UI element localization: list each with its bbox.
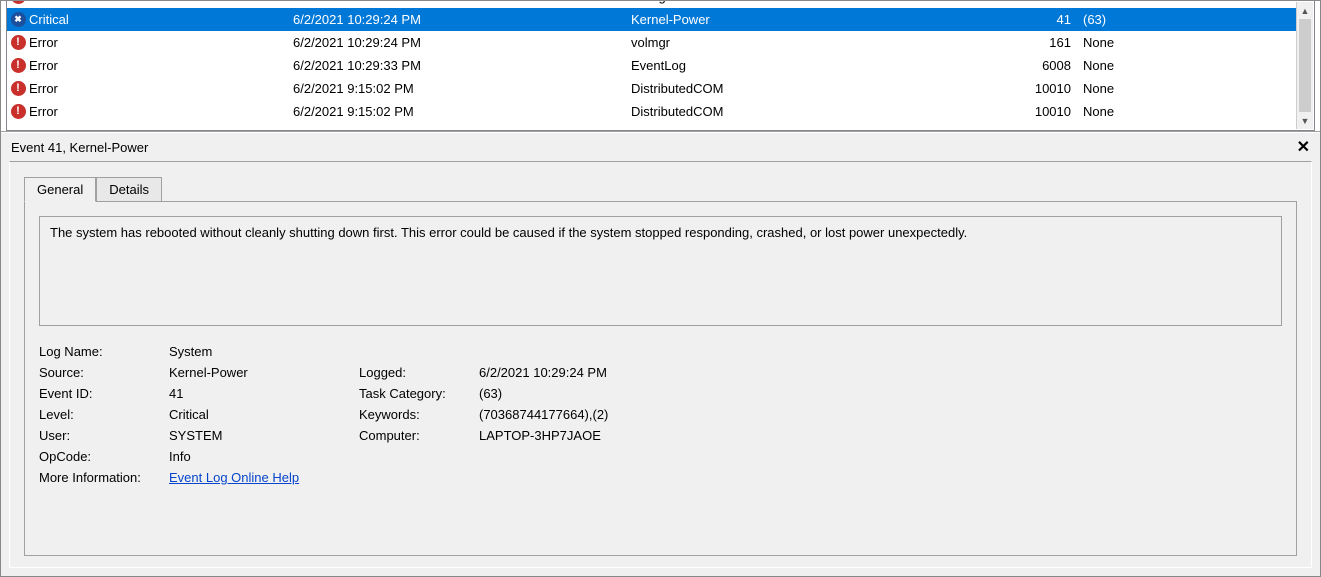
event-level: Error <box>27 100 293 123</box>
tab-general-content: The system has rebooted without cleanly … <box>24 201 1297 556</box>
event-level: Error <box>27 31 293 54</box>
event-description[interactable]: The system has rebooted without cleanly … <box>39 216 1282 326</box>
label-user: User: <box>39 428 169 443</box>
error-icon <box>9 58 27 73</box>
event-row[interactable]: Error6/2/2021 10:29:33 PMEventLog6008Non… <box>7 54 1297 77</box>
label-event-id: Event ID: <box>39 386 169 401</box>
event-category: None <box>1077 100 1297 123</box>
event-date: 6/2/2021 9:15:02 PM <box>293 77 631 100</box>
label-logged: Logged: <box>359 365 479 380</box>
event-id: 10010 <box>1003 77 1077 100</box>
event-category: None <box>1077 54 1297 77</box>
details-title: Event 41, Kernel-Power <box>11 140 148 155</box>
event-row[interactable]: Error6/2/2021 10:29:24 PMvolmgr161None <box>7 31 1297 54</box>
event-row[interactable]: Error6/2/2021 10:12:36 PMvolmgr161None <box>7 1 1297 8</box>
event-viewer-window: Error6/2/2021 10:12:36 PMvolmgr161NoneCr… <box>0 0 1321 577</box>
value-task-category: (63) <box>479 386 1282 401</box>
error-icon <box>9 81 27 96</box>
value-log-name: System <box>169 344 1282 359</box>
event-id: 41 <box>1003 8 1077 31</box>
scroll-thumb[interactable] <box>1299 19 1311 112</box>
event-row[interactable]: Critical6/2/2021 10:29:24 PMKernel-Power… <box>7 8 1297 31</box>
value-logged: 6/2/2021 10:29:24 PM <box>479 365 1282 380</box>
label-log-name: Log Name: <box>39 344 169 359</box>
error-icon <box>9 35 27 50</box>
event-source: volmgr <box>631 31 1003 54</box>
event-id: 10010 <box>1003 100 1077 123</box>
event-list-scrollbar[interactable]: ▲ ▼ <box>1296 2 1313 129</box>
event-category: None <box>1077 1 1297 8</box>
event-level: Error <box>27 54 293 77</box>
event-source: DistributedCOM <box>631 100 1003 123</box>
details-header: Event 41, Kernel-Power ✕ <box>1 133 1320 161</box>
event-properties: Log Name: System Source: Kernel-Power Lo… <box>39 344 1282 485</box>
event-category: (63) <box>1077 8 1297 31</box>
label-level: Level: <box>39 407 169 422</box>
tab-general[interactable]: General <box>24 177 96 202</box>
value-keywords: (70368744177664),(2) <box>479 407 1282 422</box>
event-source: DistributedCOM <box>631 77 1003 100</box>
label-opcode: OpCode: <box>39 449 169 464</box>
label-more-info: More Information: <box>39 470 169 485</box>
tab-details[interactable]: Details <box>96 177 162 202</box>
value-event-id: 41 <box>169 386 359 401</box>
event-id: 6008 <box>1003 54 1077 77</box>
event-date: 6/2/2021 10:29:24 PM <box>293 8 631 31</box>
event-level: Critical <box>27 8 293 31</box>
event-date: 6/2/2021 10:12:36 PM <box>293 1 631 8</box>
value-source: Kernel-Power <box>169 365 359 380</box>
event-row[interactable]: Error6/2/2021 9:15:02 PMDistributedCOM10… <box>7 77 1297 100</box>
event-source: EventLog <box>631 54 1003 77</box>
event-date: 6/2/2021 10:29:33 PM <box>293 54 631 77</box>
scroll-up-arrow[interactable]: ▲ <box>1297 2 1313 19</box>
scroll-down-arrow[interactable]: ▼ <box>1297 112 1313 129</box>
event-id: 161 <box>1003 1 1077 8</box>
event-level: Error <box>27 77 293 100</box>
event-list[interactable]: Error6/2/2021 10:12:36 PMvolmgr161NoneCr… <box>6 1 1315 131</box>
event-date: 6/2/2021 9:15:02 PM <box>293 100 631 123</box>
label-source: Source: <box>39 365 169 380</box>
details-tabs: General Details <box>24 176 1311 201</box>
label-computer: Computer: <box>359 428 479 443</box>
label-task-category: Task Category: <box>359 386 479 401</box>
value-computer: LAPTOP-3HP7JAOE <box>479 428 1282 443</box>
event-log-online-help-link[interactable]: Event Log Online Help <box>169 470 299 485</box>
error-icon <box>9 1 27 4</box>
event-source: volmgr <box>631 1 1003 8</box>
close-icon[interactable]: ✕ <box>1297 137 1310 157</box>
event-category: None <box>1077 77 1297 100</box>
error-icon <box>9 104 27 119</box>
event-category: None <box>1077 31 1297 54</box>
label-keywords: Keywords: <box>359 407 479 422</box>
value-user: SYSTEM <box>169 428 359 443</box>
event-source: Kernel-Power <box>631 8 1003 31</box>
value-opcode: Info <box>169 449 1282 464</box>
event-date: 6/2/2021 10:29:24 PM <box>293 31 631 54</box>
value-level: Critical <box>169 407 359 422</box>
details-body: General Details The system has rebooted … <box>9 161 1312 568</box>
critical-icon <box>9 12 27 27</box>
event-details-pane: Event 41, Kernel-Power ✕ General Details… <box>1 132 1320 576</box>
event-level: Error <box>27 1 293 8</box>
event-row[interactable]: Error6/2/2021 9:15:02 PMDistributedCOM10… <box>7 100 1297 123</box>
event-list-panel: Error6/2/2021 10:12:36 PMvolmgr161NoneCr… <box>1 1 1320 132</box>
event-id: 161 <box>1003 31 1077 54</box>
